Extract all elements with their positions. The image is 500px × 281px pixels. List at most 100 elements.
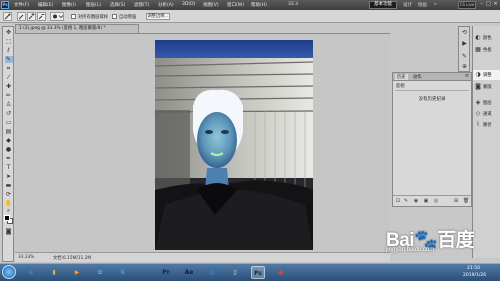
brush-tool-icon[interactable]: ✏ [5,92,13,99]
tab-history[interactable]: 历史 [395,74,408,80]
eyedropper-tool-icon[interactable]: ⁄ [5,74,13,81]
status-zoom[interactable]: 33.33% [18,255,34,260]
clone-stamp-tool-icon[interactable]: ♙ [5,101,13,108]
new-selection-icon[interactable] [17,12,26,21]
shape-tool-icon[interactable]: ▬ [5,182,13,189]
brush-dock-icon[interactable]: ✎ [461,53,469,60]
premiere-icon[interactable]: Pr [159,266,173,279]
clock-date[interactable]: 2019/1/26 [463,273,486,278]
auto-enhance-checkbox[interactable] [112,13,117,19]
menu-view[interactable]: 视图(V) [203,2,219,8]
quick-select-tool-preset-icon[interactable] [3,12,12,21]
dock-label-layers[interactable]: 图层 [483,100,492,106]
maximize-icon[interactable]: □ [485,1,492,8]
workspace-essentials-button[interactable]: 基本功能 [369,1,397,9]
clock-time[interactable]: 21:50 [467,266,480,271]
folder-icon[interactable]: ▮ [47,266,61,279]
qq-icon[interactable]: ● [274,266,288,279]
clone-source-dock-icon[interactable]: ⊕ [461,63,469,70]
new-document-from-state-icon[interactable]: ⊡ [395,198,401,204]
menu-window[interactable]: 窗口(W) [227,2,244,8]
ie-icon[interactable]: e [24,266,38,279]
dock-label-paths[interactable]: 路径 [483,122,492,128]
menu-3d[interactable]: 3D(D) [182,2,195,7]
menu-image[interactable]: 图像(I) [62,2,76,8]
brush-state-icon[interactable]: ✎ [403,198,409,204]
masks-icon[interactable]: ◙ [474,83,482,90]
path-selection-tool-icon[interactable]: ➤ [5,173,13,180]
type-tool-icon[interactable]: T [5,164,13,171]
dock-label-color[interactable]: 颜色 [483,35,492,41]
quick-mask-icon[interactable]: ◙ [5,228,13,235]
panel-menu-icon[interactable]: ≡ [465,73,469,79]
sample-all-layers-checkbox[interactable] [71,13,76,19]
dock-label-swatches[interactable]: 色板 [483,47,492,53]
menu-edit[interactable]: 编辑(E) [38,2,53,8]
layers-icon[interactable]: ◈ [474,99,482,106]
menu-filter[interactable]: 滤镜(T) [134,2,149,8]
gradient-tool-icon[interactable]: ▤ [5,128,13,135]
marquee-tool-icon[interactable]: ⬚ [5,38,13,45]
foreground-color-swatch[interactable] [4,215,10,221]
tab-actions[interactable]: 动作 [413,74,422,80]
image-canvas[interactable] [155,40,313,250]
dock-label-channels[interactable]: 通道 [483,111,492,117]
panel-dock: ◐ 颜色 ▦ 色板 ◑ 调整 ◙ 蒙版 ◈ 图层 ◇ 通道 ⌇ 路径 [472,26,500,258]
media-icon[interactable]: ▶ [70,266,84,279]
adjustments-icon[interactable]: ◑ [474,71,482,78]
cs-live-button[interactable]: CS Live [458,1,476,9]
menu-analysis[interactable]: 分析(A) [158,2,174,8]
paths-icon[interactable]: ⌇ [474,121,482,128]
actions-dock-icon[interactable]: ▶ [461,40,469,47]
lasso-tool-icon[interactable]: ℓ [5,47,13,54]
snapshot-icon[interactable]: ◉ [413,198,419,204]
k-icon[interactable]: K [116,266,130,279]
swatches-icon[interactable]: ▦ [474,46,482,53]
crop-tool-icon[interactable]: ⌗ [5,65,13,72]
healing-brush-tool-icon[interactable]: ✚ [5,83,13,90]
hand-tool-icon[interactable]: ✋ [5,200,13,207]
history-dock-icon[interactable]: ⟲ [461,29,469,36]
workspace-more-button[interactable]: » [434,2,437,7]
refine-edge-button[interactable]: 调整边缘... [146,13,170,20]
history-snapshot[interactable]: 反相 [396,83,405,89]
workspace-design-button[interactable]: 设计 [403,2,412,8]
file-icon[interactable]: ▯ [228,266,242,279]
move-tool-icon[interactable]: ✥ [5,29,13,36]
create-state-icon[interactable]: ⊞ [453,198,459,204]
pen-tool-icon[interactable]: ✒ [5,155,13,162]
menu-layer[interactable]: 图层(L) [86,2,101,8]
new-snapshot-icon[interactable]: ▣ [423,198,429,204]
eraser-tool-icon[interactable]: ▭ [5,119,13,126]
imagebrowser-icon[interactable]: ▦ [205,266,219,279]
color-icon[interactable]: ◐ [474,34,482,41]
dodge-tool-icon[interactable]: ● [5,146,13,153]
auto-enhance-label: 自动增强 [119,15,137,20]
workspace-painting-button[interactable]: 绘画 [418,2,427,8]
quick-selection-tool-icon[interactable]: ✎ [4,56,13,63]
history-settings-icon[interactable]: ◎ [433,198,439,204]
menu-select[interactable]: 选择(S) [110,2,125,8]
minimize-icon[interactable]: – [478,1,485,8]
inverted-photo [155,40,313,250]
subtract-selection-icon[interactable] [37,12,46,21]
add-selection-icon[interactable] [27,12,36,21]
start-button-icon[interactable] [2,265,16,279]
dock-label-adjustments[interactable]: 调整 [483,72,492,78]
menu-help[interactable]: 帮助(H) [251,2,267,8]
trash-icon[interactable]: 🗑 [463,198,469,204]
zoom-tool-icon[interactable]: ⌕ [5,207,13,214]
document-tab[interactable]: 1 (3).jpeg @ 33.3% (反相 1, 图层蒙版/8) * [15,24,139,33]
aftereffects-icon[interactable]: Ae [182,266,196,279]
history-brush-tool-icon[interactable]: ↺ [5,110,13,117]
3d-rotate-tool-icon[interactable]: ⟳ [5,191,13,198]
zoom-level[interactable]: 33.3 [288,2,298,7]
blur-tool-icon[interactable]: ◆ [5,137,13,144]
menu-file[interactable]: 文件(F) [14,2,29,8]
dock-label-masks[interactable]: 蒙版 [483,84,492,90]
brush-size-picker[interactable] [50,12,64,21]
channels-icon[interactable]: ◇ [474,110,482,117]
photoshop-icon[interactable]: Ps [251,266,265,279]
tool-icon[interactable]: ✿ [93,266,107,279]
close-icon[interactable]: × [492,1,499,8]
